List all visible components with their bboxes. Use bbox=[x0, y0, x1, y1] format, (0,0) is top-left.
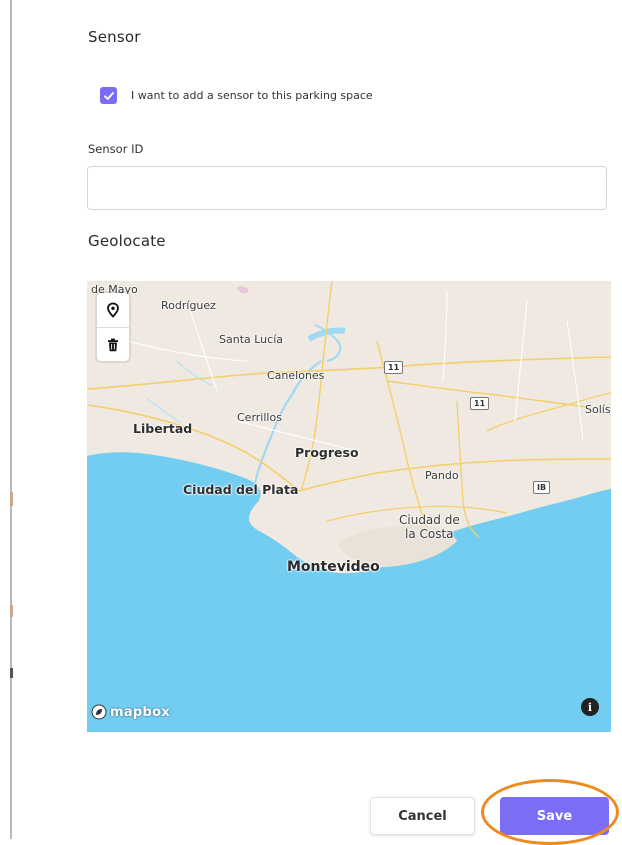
map-label-ciudad-del-plata: Ciudad del Plata bbox=[183, 482, 299, 497]
mapbox-attribution-logo[interactable]: mapbox bbox=[91, 704, 170, 720]
route-shield-11: 11 bbox=[384, 361, 404, 374]
map-label-ciudad-de: Ciudad de bbox=[399, 513, 460, 527]
sensor-id-label: Sensor ID bbox=[88, 142, 144, 156]
map-label-la-costa: la Costa bbox=[405, 527, 454, 541]
left-edge-mark bbox=[10, 492, 13, 506]
checkmark-icon bbox=[103, 91, 114, 100]
geolocate-map[interactable]: de Mayo Rodríguez Santa Lucía Canelones … bbox=[87, 281, 611, 732]
mapbox-wordmark: mapbox bbox=[110, 704, 171, 720]
mapbox-logo-icon bbox=[91, 704, 107, 720]
map-label-cerrillos: Cerrillos bbox=[237, 411, 282, 424]
map-marker-icon bbox=[107, 302, 119, 318]
info-icon: i bbox=[587, 700, 593, 714]
map-label-rodriguez: Rodríguez bbox=[161, 299, 216, 312]
map-label-montevideo: Montevideo bbox=[287, 559, 380, 575]
route-shield-ib: IB bbox=[533, 481, 551, 494]
geolocate-section-title: Geolocate bbox=[88, 232, 166, 250]
add-sensor-checkbox-label: I want to add a sensor to this parking s… bbox=[131, 89, 373, 102]
map-label-solis: Solís bbox=[585, 403, 611, 416]
left-panel-border bbox=[10, 0, 12, 839]
add-sensor-checkbox-row[interactable]: I want to add a sensor to this parking s… bbox=[100, 87, 373, 104]
cancel-button[interactable]: Cancel bbox=[370, 797, 475, 835]
trash-icon bbox=[108, 338, 118, 352]
save-button[interactable]: Save bbox=[500, 797, 609, 835]
map-draw-controls bbox=[97, 293, 129, 361]
delete-feature-button[interactable] bbox=[97, 327, 129, 362]
map-label-progreso: Progreso bbox=[295, 445, 359, 460]
left-edge-mark bbox=[10, 605, 13, 617]
draw-point-button[interactable] bbox=[97, 293, 129, 327]
map-label-libertad: Libertad bbox=[133, 421, 193, 436]
map-label-canelones: Canelones bbox=[267, 369, 325, 382]
map-label-santa-lucia: Santa Lucía bbox=[219, 333, 283, 346]
map-info-button[interactable]: i bbox=[581, 698, 599, 716]
add-sensor-checkbox[interactable] bbox=[100, 87, 117, 104]
left-edge-mark bbox=[10, 668, 13, 678]
map-basemap bbox=[87, 281, 611, 732]
sensor-id-input[interactable] bbox=[87, 166, 607, 210]
map-label-pando: Pando bbox=[425, 469, 459, 482]
sensor-section-title: Sensor bbox=[88, 28, 141, 46]
route-shield-11: 11 bbox=[470, 397, 490, 410]
